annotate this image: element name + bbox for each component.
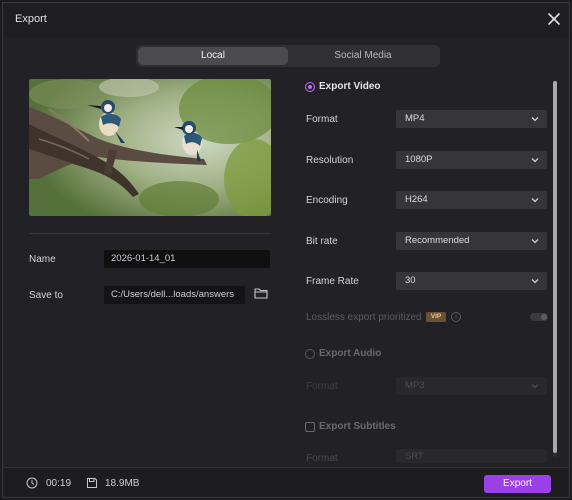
bitrate-value: Recommended (405, 235, 470, 246)
format-value: MP4 (405, 113, 425, 124)
framerate-select[interactable]: 30 (396, 272, 547, 290)
export-button[interactable]: Export (484, 475, 551, 493)
left-divider (29, 233, 271, 234)
video-preview-thumbnail (29, 79, 271, 216)
export-video-radio[interactable] (305, 82, 315, 92)
title-bar: Export (3, 3, 569, 37)
scrollbar-thumb[interactable] (553, 81, 557, 453)
subtitle-format-value: SRT (405, 451, 424, 462)
close-icon[interactable] (545, 10, 563, 28)
export-audio-label: Export Audio (319, 348, 382, 359)
settings-scrollbar[interactable] (553, 81, 557, 457)
export-subtitles-label: Export Subtitles (319, 421, 396, 432)
chevron-down-icon (531, 117, 539, 122)
bitrate-label: Bit rate (306, 236, 338, 247)
file-size-icon (87, 478, 97, 488)
duration-text: 00:19 (46, 478, 72, 489)
lossless-toggle[interactable] (530, 313, 548, 321)
file-size-text: 18.9MB (105, 478, 140, 489)
name-label: Name (29, 254, 56, 265)
subtitle-format-label: Format (306, 453, 338, 464)
audio-format-select[interactable]: MP3 (396, 377, 547, 395)
framerate-label: Frame Rate (306, 276, 359, 287)
info-icon[interactable]: i (451, 312, 461, 322)
framerate-value: 30 (405, 275, 416, 286)
audio-format-label: Format (306, 381, 338, 392)
encoding-value: H264 (405, 194, 428, 205)
subtitle-format-select[interactable]: SRT (396, 449, 547, 463)
folder-icon[interactable] (254, 287, 268, 299)
chevron-down-icon (531, 384, 539, 389)
vip-badge: VIP (426, 312, 446, 322)
lossless-label: Lossless export prioritized (306, 312, 422, 323)
dialog-title: Export (15, 13, 47, 25)
chevron-down-icon (531, 279, 539, 284)
save-to-label: Save to (29, 290, 63, 301)
tab-social-media[interactable]: Social Media (288, 47, 438, 65)
format-label: Format (306, 114, 338, 125)
export-subtitles-checkbox[interactable] (305, 422, 315, 432)
format-select[interactable]: MP4 (396, 110, 547, 128)
encoding-select[interactable]: H264 (396, 191, 547, 209)
bitrate-select[interactable]: Recommended (396, 232, 547, 250)
audio-format-value: MP3 (405, 380, 425, 391)
chevron-down-icon (531, 158, 539, 163)
save-path-input[interactable]: C:/Users/dell...loads/answers (104, 286, 245, 304)
name-input[interactable]: 2026-01-14_01 (104, 250, 270, 268)
resolution-select[interactable]: 1080P (396, 151, 547, 169)
chevron-down-icon (531, 198, 539, 203)
resolution-value: 1080P (405, 154, 433, 165)
export-audio-radio[interactable] (305, 349, 315, 359)
resolution-label: Resolution (306, 155, 354, 166)
clock-icon (26, 477, 38, 489)
export-dialog: Export Local Social Media Name 2026-01-1… (2, 2, 570, 498)
chevron-down-icon (531, 239, 539, 244)
encoding-label: Encoding (306, 195, 348, 206)
tab-local[interactable]: Local (138, 47, 288, 65)
export-tabs: Local Social Media (136, 45, 440, 67)
export-video-label: Export Video (319, 81, 381, 92)
